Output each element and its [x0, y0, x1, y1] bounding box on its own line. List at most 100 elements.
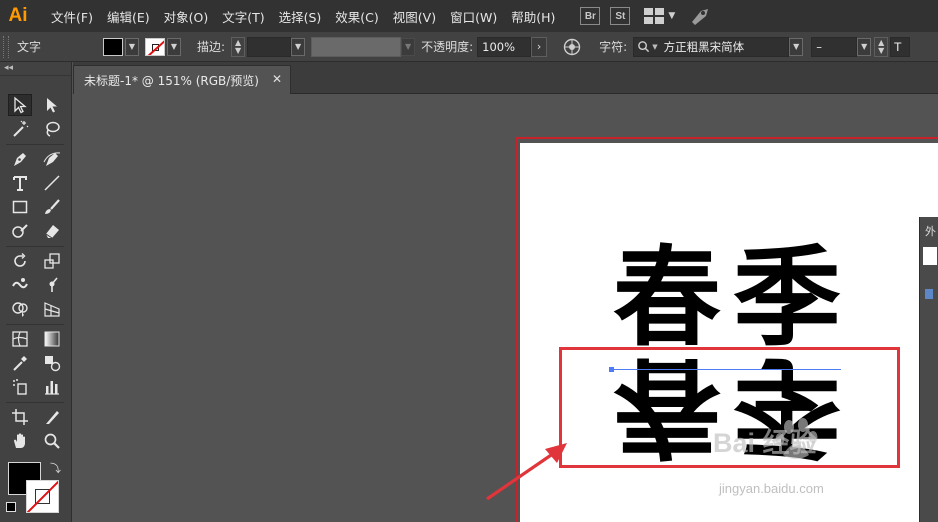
canvas-area[interactable]: 春 季 春 季 外 Bai 经验 jingyan.baidu.com: [73, 95, 938, 522]
stroke-label-text: 描边: [197, 40, 222, 54]
stroke-weight-dropdown[interactable]: ▼: [291, 37, 306, 56]
magic-wand-tool-icon: [13, 120, 29, 137]
char-colon: :: [623, 40, 628, 54]
mesh-tool[interactable]: [8, 328, 32, 350]
stock-button[interactable]: St: [610, 7, 631, 25]
stroke-dropdown[interactable]: ▼: [167, 37, 181, 56]
swap-colors-icon[interactable]: ⤵: [50, 460, 61, 476]
panel-grip[interactable]: [3, 35, 9, 58]
panel-visibility-marker[interactable]: [925, 289, 933, 299]
opacity-arrow-button[interactable]: ›: [531, 36, 548, 57]
watermark-text: Bai 经验: [713, 428, 817, 458]
paintbrush-tool[interactable]: [40, 196, 64, 218]
gradient-tool-icon: [44, 331, 60, 347]
menu-view[interactable]: 视图(V): [386, 7, 443, 26]
char-label: 字符:: [599, 38, 627, 55]
font-family-dropdown[interactable]: ▼: [789, 37, 804, 56]
rotate-tool-icon: [14, 253, 26, 267]
document-tab[interactable]: 未标题-1* @ 151% (RGB/预览) ✕: [73, 65, 291, 94]
close-icon[interactable]: ✕: [272, 72, 282, 86]
magic-wand-tool[interactable]: [8, 118, 32, 140]
panel-swatch[interactable]: [923, 247, 937, 265]
pen-tool-icon: [14, 153, 26, 166]
symbol-sprayer-tool-icon: [13, 379, 27, 395]
menu-edit[interactable]: 编辑(E): [100, 7, 157, 26]
puppet-warp-tool[interactable]: [40, 274, 64, 296]
appearance-panel-edge[interactable]: 外: [919, 217, 938, 522]
type-tool[interactable]: [8, 172, 32, 194]
column-graph-tool-icon: [45, 381, 59, 395]
menu-window[interactable]: 窗口(W): [443, 7, 504, 26]
workspace-grid-icon[interactable]: [644, 8, 665, 24]
opacity-label: 不透明度:: [421, 38, 473, 55]
menu-type[interactable]: 文字(T): [215, 7, 271, 26]
fill-dropdown[interactable]: ▼: [125, 37, 139, 56]
gpu-rocket-icon[interactable]: [689, 5, 711, 27]
font-size-field[interactable]: T: [890, 36, 911, 57]
chevron-down-icon[interactable]: ▼: [668, 11, 675, 21]
shape-builder-tool[interactable]: [8, 298, 32, 320]
lasso-tool[interactable]: [40, 118, 64, 140]
opacity-colon: :: [469, 40, 474, 54]
eyedropper-tool[interactable]: [8, 352, 32, 374]
default-colors-icon[interactable]: [6, 502, 16, 512]
symbol-sprayer-tool[interactable]: [8, 376, 32, 398]
watermark-url: jingyan.baidu.com: [719, 481, 824, 496]
hand-tool[interactable]: [8, 430, 32, 452]
app-logo: Ai: [8, 5, 28, 26]
rectangle-tool[interactable]: [8, 196, 32, 218]
line-tool-icon: [44, 175, 60, 191]
stroke-weight-spinner[interactable]: ▲ ▼: [231, 36, 246, 57]
perspective-grid-tool[interactable]: [40, 298, 64, 320]
recolor-globe-icon[interactable]: [563, 38, 581, 56]
curvature-tool[interactable]: [40, 148, 64, 170]
stroke-colon: :: [221, 40, 226, 54]
zoom-tool-icon: [44, 433, 60, 449]
stroke-weight-field[interactable]: [247, 36, 292, 57]
gradient-tool[interactable]: [40, 328, 64, 350]
stroke-color-swatch[interactable]: [145, 37, 165, 56]
blend-tool[interactable]: [40, 352, 64, 374]
eraser-tool[interactable]: [40, 220, 64, 242]
warp-tool-icon: [12, 278, 28, 289]
menu-object[interactable]: 对象(O): [157, 7, 216, 26]
artboard-tool[interactable]: [8, 406, 32, 428]
hand-tool-icon: [14, 433, 25, 448]
curvature-tool-icon: [43, 152, 61, 166]
warp-tool[interactable]: [8, 274, 32, 296]
opacity-field[interactable]: 100%: [477, 36, 532, 57]
column-graph-tool[interactable]: [40, 376, 64, 398]
font-style-dropdown[interactable]: ▼: [857, 37, 872, 56]
line-tool[interactable]: [40, 172, 64, 194]
rotate-tool[interactable]: [8, 250, 32, 272]
menu-select[interactable]: 选择(S): [272, 7, 329, 26]
eyedropper-tool-icon: [13, 356, 27, 371]
font-family-field[interactable]: ▼ 方正粗黑宋简体: [633, 36, 790, 57]
slice-tool[interactable]: [40, 406, 64, 428]
text-char-chun[interactable]: 春: [613, 245, 721, 353]
direct-selection-tool[interactable]: [40, 94, 64, 116]
menu-effect[interactable]: 效果(C): [328, 7, 385, 26]
zoom-tool[interactable]: [40, 430, 64, 452]
pen-tool[interactable]: [8, 148, 32, 170]
search-icon: [638, 41, 650, 53]
variable-width-profile[interactable]: [311, 36, 402, 57]
opacity-label-text: 不透明度: [421, 40, 470, 54]
text-char-ji[interactable]: 季: [733, 245, 841, 353]
menu-help[interactable]: 帮助(H): [504, 7, 562, 26]
stroke-color-box[interactable]: [26, 480, 59, 513]
scale-tool[interactable]: [40, 250, 64, 272]
selection-tool[interactable]: [8, 94, 32, 116]
rectangle-tool-icon: [12, 200, 28, 214]
bridge-button[interactable]: Br: [580, 7, 601, 25]
control-bar: 文字 ▼ ▼ 描边: ▲ ▼ ▼ ▼ 不透明度: 100% › 字符: ▼ 方正粗…: [0, 32, 938, 62]
collapse-panel-icon[interactable]: ◂◂: [0, 62, 71, 76]
stroke-label: 描边:: [197, 38, 225, 55]
shape-builder-tool-icon: [12, 302, 28, 317]
menu-file[interactable]: 文件(F): [44, 7, 100, 26]
shaper-tool[interactable]: [8, 220, 32, 242]
fill-color-swatch[interactable]: [103, 37, 123, 56]
profile-dropdown[interactable]: ▼: [401, 37, 416, 56]
font-size-spinner[interactable]: ▲ ▼: [874, 36, 889, 57]
font-style-field[interactable]: –: [811, 36, 858, 57]
